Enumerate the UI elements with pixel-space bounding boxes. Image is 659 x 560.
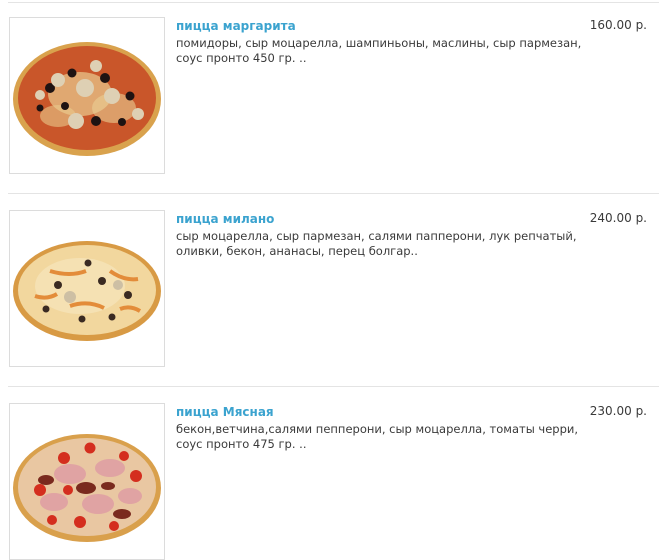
product-name-link[interactable]: пицца Мясная — [176, 405, 274, 419]
product-image-link[interactable] — [9, 210, 165, 367]
product-divider — [8, 386, 659, 387]
product-name-link[interactable]: пицца маргарита — [176, 19, 296, 33]
product-price: 230.00 р. — [589, 404, 647, 418]
product-price: 240.00 р. — [589, 211, 647, 225]
product-description: бекон,ветчина,салями пепперони, сыр моца… — [176, 422, 579, 451]
product-description: помидоры, сыр моцарелла, шампиньоны, мас… — [176, 36, 582, 65]
pizza-meat-image — [13, 434, 161, 542]
product-name-link[interactable]: пицца милано — [176, 212, 274, 226]
product-description: сыр моцарелла, сыр пармезан, салями папп… — [176, 229, 577, 258]
product-image-link[interactable] — [9, 17, 165, 174]
product-divider — [8, 193, 659, 194]
pizza-milano-image — [13, 241, 161, 341]
product-list: пицца маргарита помидоры, сыр моцарелла,… — [0, 0, 659, 560]
pizza-margarita-image — [13, 42, 161, 156]
product-image-link[interactable] — [9, 403, 165, 560]
product-price: 160.00 р. — [589, 18, 647, 32]
